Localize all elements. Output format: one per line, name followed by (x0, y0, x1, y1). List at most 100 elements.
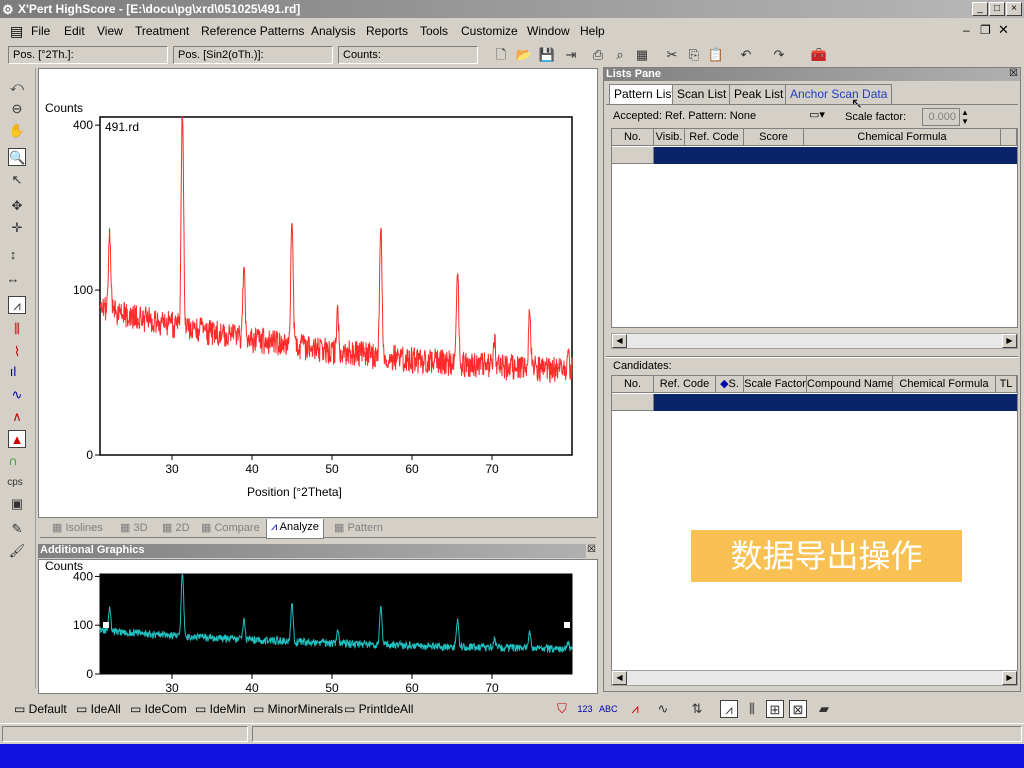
toolbox-icon[interactable]: 🧰 (810, 46, 828, 64)
copy-icon[interactable]: ⎘ (685, 46, 703, 64)
menu-file[interactable]: File (31, 24, 50, 38)
menu-reference-patterns[interactable]: Reference Patterns (201, 24, 304, 38)
maximize-button[interactable]: □ (989, 2, 1005, 16)
scroll-right-icon[interactable]: ▶ (1002, 334, 1017, 348)
cand-col-tl[interactable]: TL (996, 376, 1017, 393)
peak-mode-icon[interactable]: ⩘ (8, 296, 26, 314)
cut-icon[interactable]: ✂ (663, 46, 681, 64)
col-score[interactable]: Score (744, 129, 804, 146)
settings-icon[interactable]: ▦ (633, 46, 651, 64)
preset-ideall[interactable]: ▭ IdeAll (76, 702, 121, 716)
zoom-out-icon[interactable]: ⊖ (8, 100, 26, 118)
preset-default[interactable]: ▭ Default (14, 702, 67, 716)
zoom-back-icon[interactable]: ⤺ (8, 78, 26, 96)
menu-view[interactable]: View (97, 24, 123, 38)
col-no[interactable]: No. (612, 129, 654, 146)
undo-icon[interactable]: ↶ (737, 46, 755, 64)
menu-customize[interactable]: Customize (461, 24, 518, 38)
export-icon[interactable]: ▰ (815, 700, 833, 718)
graph-icon[interactable]: ⩘ (626, 700, 644, 718)
red-line-icon[interactable]: ∧ (8, 408, 26, 426)
crosshair-icon[interactable]: ✛ (8, 219, 26, 237)
col-ref-code[interactable]: Ref. Code (685, 129, 744, 146)
preset-idecom[interactable]: ▭ IdeCom (130, 702, 187, 716)
paste-icon[interactable]: 📋 (707, 46, 725, 64)
pointer-icon[interactable]: ↖ (8, 171, 26, 189)
menu-treatment[interactable]: Treatment (135, 24, 189, 38)
pos-sin2-field[interactable]: Pos. [Sin2(oTh.)]: (173, 46, 333, 64)
cand-col-no[interactable]: No. (612, 376, 654, 393)
move-icon[interactable]: ✥ (8, 197, 26, 215)
x-axis-icon[interactable]: ↔ (4, 270, 22, 288)
new-file-icon[interactable]: 🗋 (492, 46, 510, 64)
menu-window[interactable]: Window (527, 24, 570, 38)
tab-analyze[interactable]: ⩘ Analyze (266, 519, 324, 539)
candidates-hscrollbar[interactable]: ◀ ▶ (611, 670, 1018, 686)
grid-scale-icon[interactable]: ▣ (8, 495, 26, 513)
row-header[interactable] (612, 147, 654, 164)
brush-icon[interactable]: 🖌 (8, 542, 26, 560)
menu-edit[interactable]: Edit (64, 24, 85, 38)
tab-pattern-list[interactable]: Pattern List (609, 84, 680, 105)
fill-peak-icon[interactable]: ▲ (8, 430, 26, 448)
pencil-icon[interactable]: ✎ (8, 520, 26, 538)
tab-scan-list[interactable]: Scan List (672, 84, 732, 104)
pan-hand-icon[interactable]: ✋ (8, 122, 26, 140)
menu-analysis[interactable]: Analysis (311, 24, 356, 38)
open-folder-icon[interactable]: 📂 (515, 46, 533, 64)
bar-pattern-icon[interactable]: ⫼ (8, 320, 26, 338)
tab-peak-list[interactable]: Peak List (729, 84, 789, 104)
preset-printideall[interactable]: ▭ PrintIdeAll (344, 702, 413, 716)
wave-icon[interactable]: ∿ (654, 700, 672, 718)
mdi-restore-button[interactable]: ❐ (980, 23, 991, 37)
cand-col-s[interactable]: ◆S. (716, 376, 744, 393)
stick-icon[interactable]: ıl (4, 363, 22, 381)
abc-icon[interactable]: ABC (599, 700, 618, 718)
pattern-style-icon[interactable]: ▭▾ (809, 108, 825, 121)
pane-splitter[interactable] (606, 356, 1018, 358)
line-icon[interactable]: ∿ (8, 386, 26, 404)
lists-pane-close-icon[interactable]: ☒ (1009, 68, 1018, 79)
view-mode-2-icon[interactable]: ⫼ (743, 700, 761, 718)
pos-2theta-field[interactable]: Pos. [°2Th.]: (8, 46, 168, 64)
cand-col-chemical-formula[interactable]: Chemical Formula (893, 376, 996, 393)
pattern-hscrollbar[interactable]: ◀ ▶ (611, 333, 1018, 349)
tab-2d[interactable]: ▦ 2D (162, 521, 190, 534)
tab-compare[interactable]: ▦ Compare (201, 521, 260, 534)
overview-chart[interactable]: Counts 400100030 40 50 60 70 (39, 559, 597, 695)
cand-scroll-left-icon[interactable]: ◀ (612, 671, 627, 685)
cand-row-header[interactable] (612, 394, 654, 411)
filter-icon[interactable]: ⛉ (553, 700, 571, 718)
scroll-left-icon[interactable]: ◀ (612, 334, 627, 348)
additional-close-icon[interactable]: ☒ (587, 544, 596, 555)
preset-idemin[interactable]: ▭ IdeMin (195, 702, 246, 716)
numbers-icon[interactable]: 123 (576, 700, 594, 718)
col-chemical-formula[interactable]: Chemical Formula (804, 129, 1001, 146)
menu-reports[interactable]: Reports (366, 24, 408, 38)
menu-tools[interactable]: Tools (420, 24, 448, 38)
mdi-minimize-button[interactable]: – (963, 23, 970, 37)
scale-factor-input[interactable]: 0.000 (922, 108, 960, 126)
cand-col-scale-factor[interactable]: Scale Factor (744, 376, 807, 393)
selected-row[interactable] (654, 147, 1017, 164)
range-handle-left[interactable] (103, 622, 109, 628)
counts-field[interactable]: Counts: (338, 46, 478, 64)
main-xrd-chart[interactable]: Counts 491.rd 400 100 0 30 40 50 60 70 Position… (39, 69, 597, 517)
mdi-close-button[interactable]: ✕ (998, 22, 1009, 38)
y-axis-icon[interactable]: ↕ (4, 246, 22, 264)
range-handle-right[interactable] (564, 622, 570, 628)
redo-icon[interactable]: ↷ (770, 46, 788, 64)
cand-selected-row[interactable] (654, 394, 1017, 411)
zoom-icon[interactable]: 🔍 (8, 148, 26, 166)
preset-minorminerals[interactable]: ▭ MinorMinerals (253, 702, 343, 716)
tab-isolines[interactable]: ▦ Isolines (52, 521, 103, 534)
menu-help[interactable]: Help (580, 24, 605, 38)
col-visib[interactable]: Visib. (654, 129, 685, 146)
minimize-button[interactable]: _ (972, 2, 988, 16)
print-preview-icon[interactable]: ⌕ (611, 46, 629, 64)
tab-pattern[interactable]: ▦ Pattern (334, 521, 383, 534)
close-button[interactable]: × (1006, 2, 1022, 16)
profile-icon[interactable]: ⌇ (8, 343, 26, 361)
cps-icon[interactable]: cps (6, 474, 24, 492)
cand-col-ref-code[interactable]: Ref. Code (654, 376, 716, 393)
